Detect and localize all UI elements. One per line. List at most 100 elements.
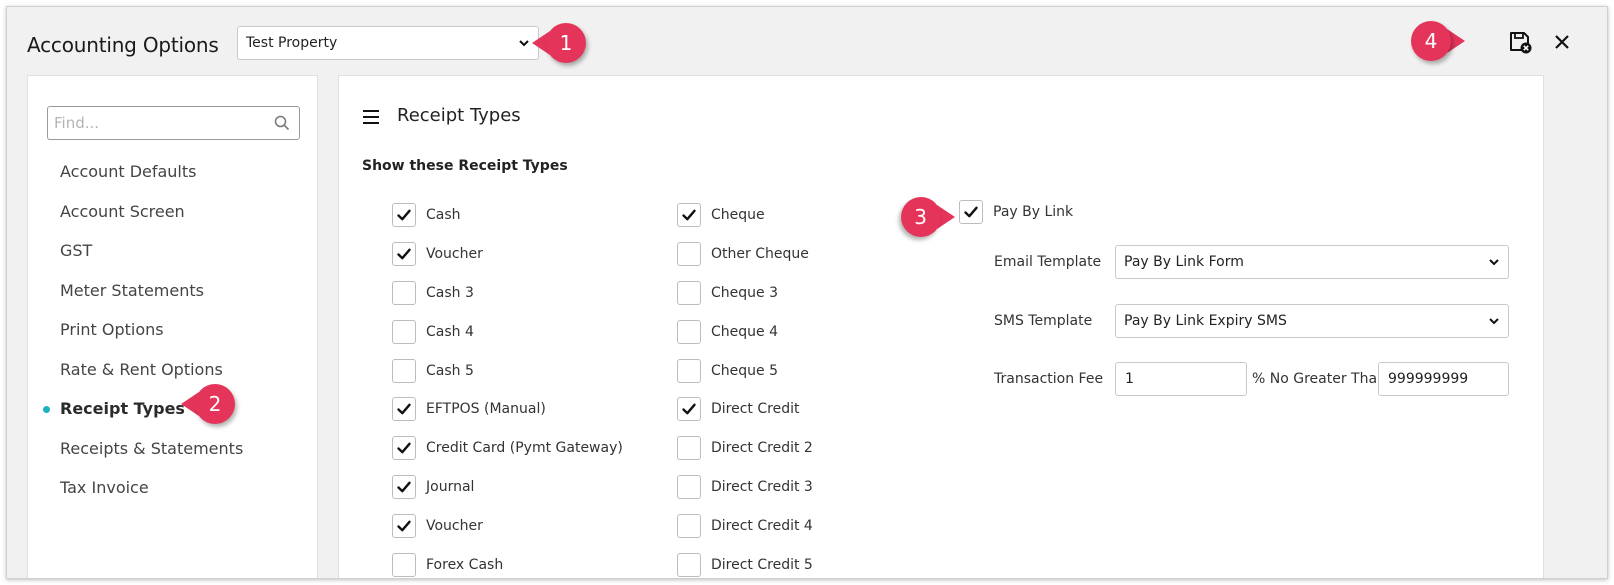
search-input[interactable] [54,108,269,138]
receipt-type-row: Cash [392,196,623,235]
receipt-types-column-2: Cheque Other Cheque Cheque 3 Cheque 4 Cheque… [677,196,813,578]
sms-template-select[interactable]: Pay By Link Expiry SMS [1115,304,1509,338]
receipt-type-label: Direct Credit 5 [711,556,813,573]
callout-3-arrow: 3 [893,197,955,237]
chevron-down-icon [519,40,529,47]
no-greater-than-label: % No Greater Than [1252,371,1386,387]
receipt-type-label: Cash 3 [426,284,474,301]
sidebar-item-receipt-types[interactable]: Receipt Types [28,389,317,429]
checkbox-cash-3[interactable] [392,280,416,305]
receipt-type-label: Cheque 4 [711,323,778,340]
checkbox-direct-credit-4[interactable] [677,513,701,538]
receipt-type-row: Cash 5 [392,351,623,390]
receipt-type-row: Credit Card (Pymt Gateway) [392,429,623,468]
receipt-type-row: Voucher [392,506,623,545]
sidebar: Account Defaults Account Screen GST Mete… [27,75,318,578]
receipt-type-label: Cash [426,207,461,224]
transaction-fee-label: Transaction Fee [994,371,1104,387]
pay-by-link-row: Pay By Link [959,200,1073,224]
checkbox-eftpos-manual[interactable] [392,397,416,422]
hamburger-menu-icon[interactable] [363,110,379,124]
receipt-types-column-1: Cash Voucher Cash 3 Cash 4 Cash 5 EFTPOS (Man… [392,196,623,578]
save-close-icon[interactable] [1507,29,1533,55]
pay-by-link-checkbox[interactable] [959,200,983,224]
receipt-type-label: EFTPOS (Manual) [426,401,546,418]
receipt-type-row: Cheque 5 [677,351,813,390]
main-panel: Receipt Types Show these Receipt Types C… [338,75,1544,578]
show-receipt-types-label: Show these Receipt Types [362,158,568,174]
checkbox-cheque-3[interactable] [677,280,701,305]
checkbox-journal[interactable] [392,474,416,499]
checkbox-direct-credit-5[interactable] [677,552,701,577]
receipt-type-row: Direct Credit 2 [677,429,813,468]
receipt-type-row: Direct Credit 5 [677,545,813,578]
checkbox-voucher[interactable] [392,242,416,267]
accounting-options-window: Accounting Options Test Property 1 4 Fin… [6,6,1608,579]
receipt-type-row: Forex Cash [392,545,623,578]
checkbox-other-cheque[interactable] [677,242,701,267]
checkbox-cash[interactable] [392,203,416,228]
search-icon[interactable] [274,115,290,131]
checkbox-direct-credit-3[interactable] [677,474,701,499]
receipt-type-label: Voucher [426,246,483,263]
sidebar-item-receipts-statements[interactable]: Receipts & Statements [28,429,317,469]
checkmark-icon [397,403,411,415]
checkmark-icon [682,209,696,221]
callout-1: 1 [532,23,592,63]
email-template-select[interactable]: Pay By Link Form [1115,245,1509,279]
receipt-type-label: Direct Credit 3 [711,478,813,495]
receipt-type-row: Cheque 4 [677,312,813,351]
checkmark-icon [397,442,411,454]
checkmark-icon [397,481,411,493]
checkbox-credit-card-pymt-gateway[interactable] [392,436,416,461]
transaction-fee-input[interactable]: 1 [1115,362,1247,396]
checkmark-icon [964,206,978,218]
receipt-type-label: Cheque 3 [711,284,778,301]
search-box [47,106,300,140]
receipt-type-label: Forex Cash [426,556,504,573]
sidebar-item-rate-rent-options[interactable]: Rate & Rent Options [28,350,317,390]
checkbox-cheque-5[interactable] [677,358,701,383]
chevron-down-icon [1489,318,1499,325]
sidebar-item-tax-invoice[interactable]: Tax Invoice [28,468,317,508]
receipt-type-label: Direct Credit [711,401,800,418]
property-select[interactable]: Test Property [237,26,539,60]
property-select-value: Test Property [246,35,338,51]
sidebar-item-print-options[interactable]: Print Options [28,310,317,350]
receipt-type-label: Other Cheque [711,246,809,263]
sidebar-item-meter-statements[interactable]: Meter Statements [28,271,317,311]
sidebar-item-account-screen[interactable]: Account Screen [28,192,317,232]
callout-4: 4 [1405,21,1465,61]
sidebar-item-gst[interactable]: GST [28,231,317,271]
receipt-type-row: Direct Credit 4 [677,506,813,545]
receipt-type-label: Direct Credit 2 [711,440,813,457]
window-toolbar [1507,29,1575,55]
sidebar-nav: Account Defaults Account Screen GST Mete… [28,152,317,508]
window-title: Accounting Options [27,33,219,57]
chevron-down-icon [1489,259,1499,266]
receipt-type-label: Cash 4 [426,323,474,340]
checkbox-voucher[interactable] [392,513,416,538]
no-greater-than-input[interactable]: 999999999 [1378,362,1509,396]
checkbox-direct-credit-2[interactable] [677,436,701,461]
sidebar-item-account-defaults[interactable]: Account Defaults [28,152,317,192]
email-template-label: Email Template [994,254,1102,270]
close-icon[interactable] [1549,29,1575,55]
receipt-type-label: Direct Credit 4 [711,517,813,534]
checkbox-cheque-4[interactable] [677,319,701,344]
checkbox-forex-cash[interactable] [392,552,416,577]
pay-by-link-label: Pay By Link [993,204,1074,220]
receipt-type-row: Cheque [677,196,813,235]
checkbox-cash-4[interactable] [392,319,416,344]
checkbox-direct-credit[interactable] [677,397,701,422]
section-title: Receipt Types [397,105,521,126]
receipt-type-row: Cheque 3 [677,274,813,313]
checkmark-icon [397,520,411,532]
checkbox-cheque[interactable] [677,203,701,228]
receipt-type-label: Cheque 5 [711,362,778,379]
callout-2: 2 [181,384,243,424]
checkbox-cash-5[interactable] [392,358,416,383]
receipt-type-row: Cash 4 [392,312,623,351]
receipt-type-label: Credit Card (Pymt Gateway) [426,440,623,457]
checkmark-icon [397,209,411,221]
